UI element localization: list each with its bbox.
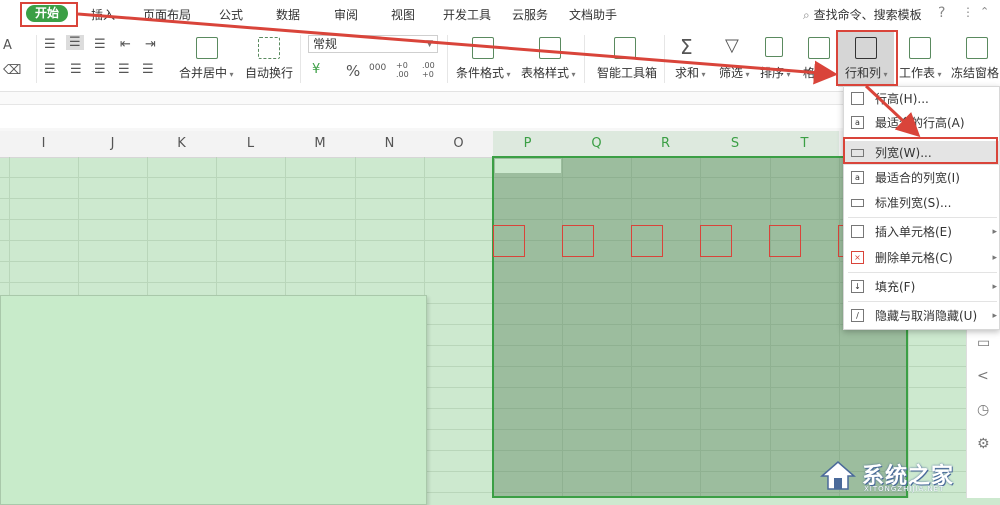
watermark-url: XITONGZHIJIA.NET [864,485,945,493]
arrow-to-column-width [864,84,921,138]
watermark-logo [820,461,856,490]
annotation-arrows [77,12,921,138]
site-watermark: 系统之家 XITONGZHIJIA.NET [818,458,994,494]
arrow-to-rows-columns [77,12,838,85]
